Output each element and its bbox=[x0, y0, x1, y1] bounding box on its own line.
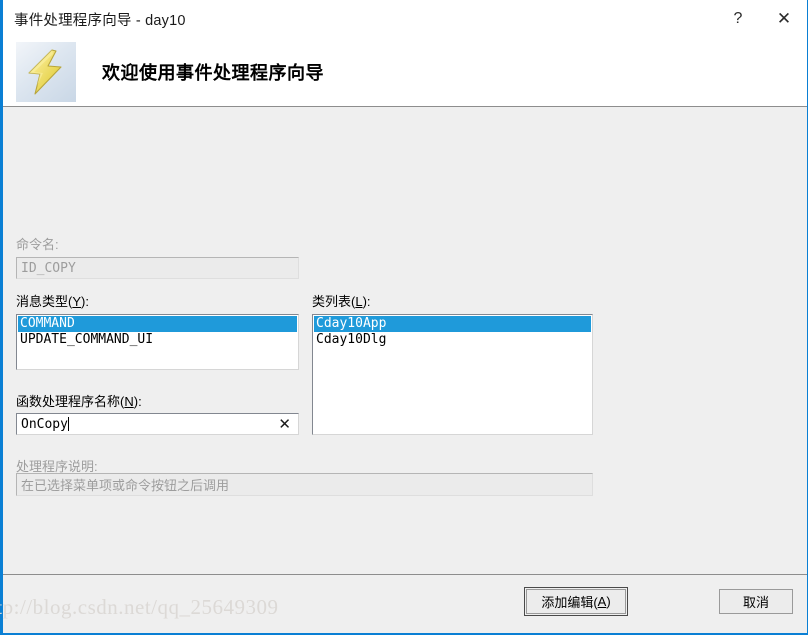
text-caret bbox=[67, 417, 69, 431]
handler-description-field: 在已选择菜单项或命令按钮之后调用 bbox=[16, 473, 593, 496]
cancel-button[interactable]: 取消 bbox=[719, 589, 793, 614]
dialog-body: 命令名: ID_COPY 消息类型(Y): COMMAND UPDATE_COM… bbox=[3, 107, 807, 574]
window-title: 事件处理程序向导 - day10 bbox=[14, 12, 186, 29]
list-item[interactable]: Cday10Dlg bbox=[314, 332, 591, 348]
command-name-value: ID_COPY bbox=[21, 260, 76, 276]
class-list-label: 类列表(L): bbox=[312, 293, 371, 311]
add-edit-button[interactable]: 添加编辑(A) bbox=[524, 587, 628, 616]
message-type-listbox[interactable]: COMMAND UPDATE_COMMAND_UI bbox=[16, 314, 299, 370]
header-title: 欢迎使用事件处理程序向导 bbox=[102, 63, 324, 83]
message-type-label: 消息类型(Y): bbox=[16, 293, 89, 311]
message-type-label-suffix: ): bbox=[81, 294, 89, 309]
list-item[interactable]: COMMAND bbox=[18, 316, 297, 332]
command-name-field: ID_COPY bbox=[16, 257, 299, 279]
class-list-label-accel: L bbox=[355, 294, 363, 309]
handler-name-label-suffix: ): bbox=[133, 394, 142, 409]
title-bar-buttons: ? ✕ bbox=[715, 0, 807, 38]
list-item[interactable]: UPDATE_COMMAND_UI bbox=[18, 332, 297, 348]
class-list-label-suffix: ): bbox=[362, 294, 371, 309]
handler-name-label: 函数处理程序名称(N): bbox=[16, 393, 142, 411]
class-list-label-prefix: 类列表( bbox=[312, 294, 356, 309]
add-edit-button-prefix: 添加编辑( bbox=[541, 595, 598, 610]
add-edit-button-accel: A bbox=[597, 594, 607, 609]
handler-name-label-accel: N bbox=[124, 394, 134, 409]
lightning-bolt-icon bbox=[16, 42, 76, 102]
class-list-listbox[interactable]: Cday10App Cday10Dlg bbox=[312, 314, 593, 435]
list-item[interactable]: Cday10App bbox=[314, 316, 591, 332]
clear-icon[interactable]: ✕ bbox=[278, 416, 294, 432]
handler-name-value: OnCopy bbox=[21, 416, 68, 432]
handler-description-value: 在已选择菜单项或命令按钮之后调用 bbox=[21, 478, 230, 493]
watermark-text: http://blog.csdn.net/qq_25649309 bbox=[0, 595, 279, 619]
help-button[interactable]: ? bbox=[715, 0, 761, 38]
dialog-footer: http://blog.csdn.net/qq_25649309 添加编辑(A)… bbox=[0, 574, 807, 633]
handler-name-field[interactable]: OnCopy ✕ bbox=[16, 413, 299, 435]
handler-name-label-prefix: 函数处理程序名称( bbox=[16, 394, 125, 409]
close-button[interactable]: ✕ bbox=[761, 0, 807, 38]
wizard-header: 欢迎使用事件处理程序向导 bbox=[3, 38, 807, 107]
message-type-label-accel: Y bbox=[72, 294, 82, 309]
event-handler-wizard-window: 事件处理程序向导 - day10 ? ✕ 欢迎使用事件处理程序向导 命令名: I… bbox=[0, 0, 808, 635]
add-edit-button-suffix: ) bbox=[606, 594, 611, 609]
message-type-label-prefix: 消息类型( bbox=[16, 294, 73, 309]
title-bar: 事件处理程序向导 - day10 ? ✕ bbox=[3, 0, 807, 38]
command-name-label: 命令名: bbox=[16, 237, 59, 252]
